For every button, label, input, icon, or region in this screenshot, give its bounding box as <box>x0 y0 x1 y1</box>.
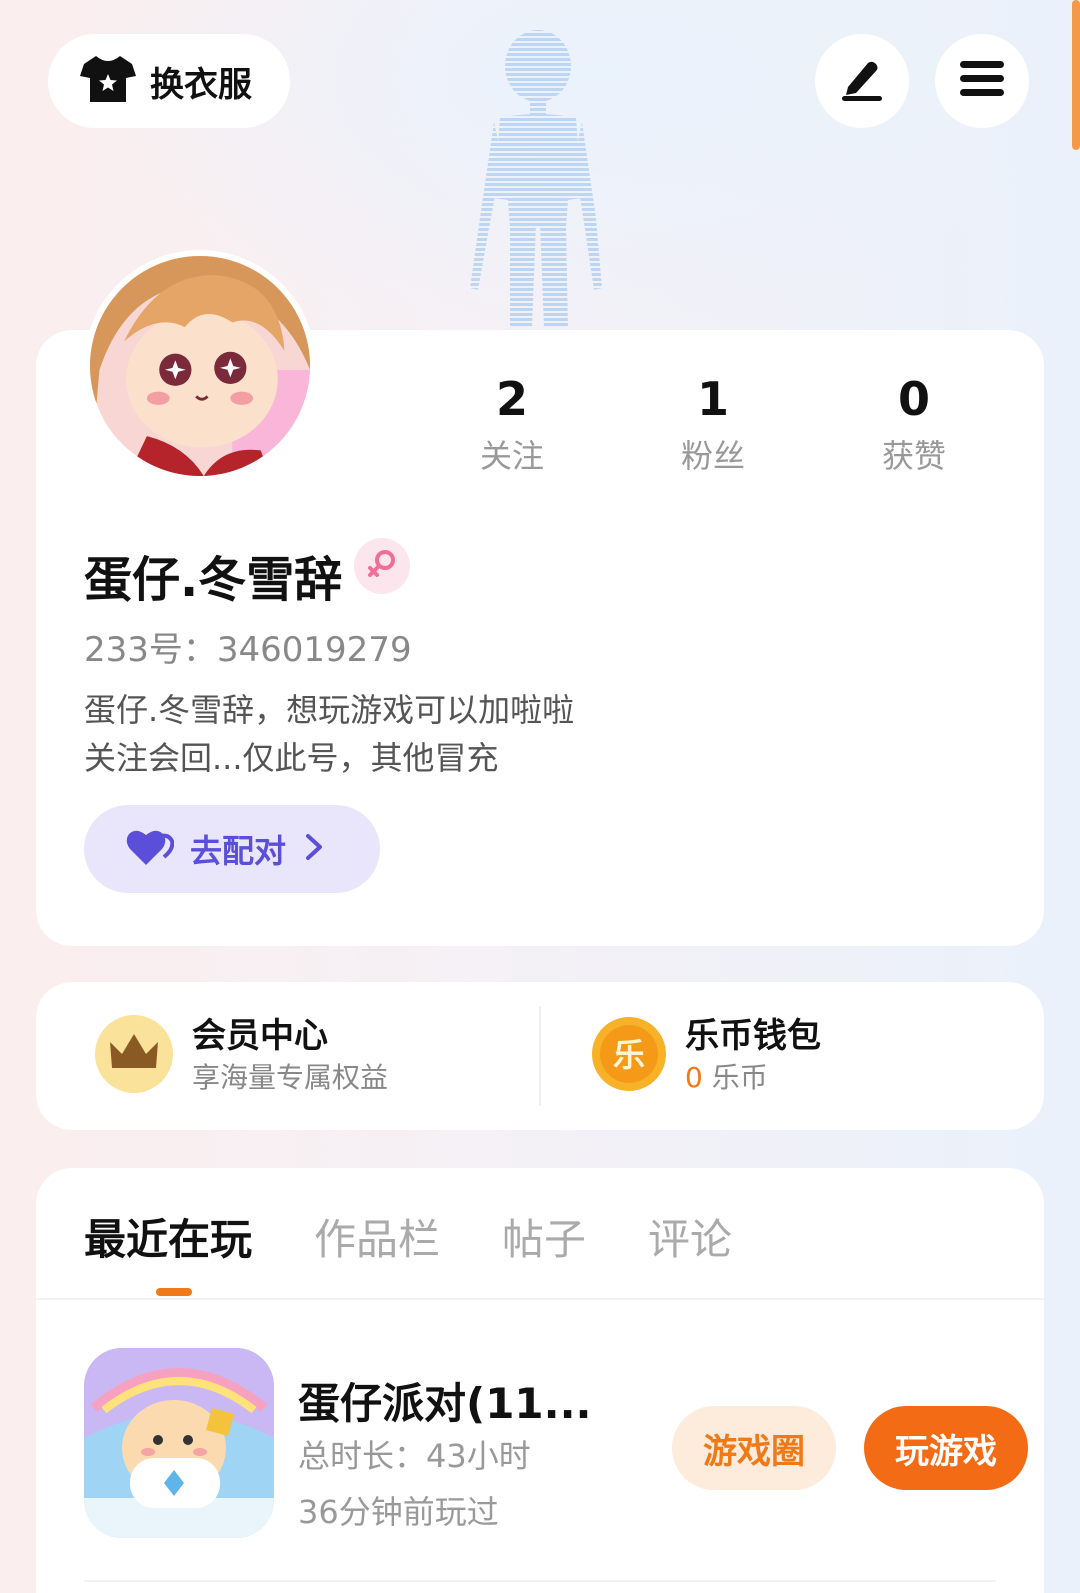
edit-profile-button[interactable] <box>815 34 909 128</box>
tshirt-icon <box>80 54 136 108</box>
scroll-indicator <box>1072 0 1080 150</box>
stat-following-label: 关注 <box>479 437 544 475</box>
tab-bar: 最近在玩 作品栏 帖子 评论 <box>84 1210 732 1270</box>
hologram-figure <box>450 18 620 328</box>
game-total-time: 总时长：43小时 <box>298 1437 531 1475</box>
wallet-unit: 乐币 <box>711 1061 768 1094</box>
change-outfit-button[interactable]: 换衣服 <box>48 34 290 128</box>
member-center[interactable]: 会员中心 享海量专属权益 <box>94 982 388 1130</box>
change-outfit-label: 换衣服 <box>150 64 252 105</box>
stat-likes-label: 获赞 <box>881 437 946 475</box>
menu-button[interactable] <box>935 34 1029 128</box>
tab-posts[interactable]: 帖子 <box>502 1210 586 1270</box>
edit-icon <box>838 55 886 107</box>
game-icon <box>84 1348 274 1538</box>
tab-recent-played[interactable]: 最近在玩 <box>84 1210 252 1270</box>
list-item[interactable]: 蛋仔派对(11... 总时长：43小时 36分钟前玩过 游戏圈 玩游戏 <box>84 1348 1028 1548</box>
active-tab-indicator <box>156 1288 192 1296</box>
nickname: 蛋仔.冬雪辞 <box>84 552 343 608</box>
crown-icon <box>94 1014 174 1098</box>
bio-line-1: 蛋仔.冬雪辞，想玩游戏可以加啦啦 <box>84 691 575 729</box>
member-title: 会员中心 <box>192 1016 328 1056</box>
divider <box>84 1580 996 1582</box>
stat-fans[interactable]: 1 粉丝 <box>643 372 783 480</box>
member-wallet-card: 会员中心 享海量专属权益 乐 乐币钱包 0 乐币 <box>36 982 1044 1130</box>
divider <box>36 1298 1044 1300</box>
stat-fans-label: 粉丝 <box>680 437 745 475</box>
match-button[interactable]: 去配对 <box>84 805 380 893</box>
coin-icon-text: 乐 <box>613 1036 645 1074</box>
avatar[interactable] <box>84 250 316 482</box>
game-meta: 总时长：43小时 36分钟前玩过 <box>298 1428 531 1540</box>
stat-likes-value: 0 <box>897 372 930 426</box>
tab-comments[interactable]: 评论 <box>648 1210 732 1270</box>
content-tabs-card: 最近在玩 作品栏 帖子 评论 蛋仔派对(11... 总时长：43小时 36分钟前… <box>36 1168 1044 1593</box>
divider <box>539 1006 541 1106</box>
stat-following[interactable]: 2 关注 <box>442 372 582 480</box>
game-title: 蛋仔派对(11... <box>298 1379 592 1428</box>
wallet[interactable]: 乐 乐币钱包 0 乐币 <box>591 982 821 1130</box>
bio: 蛋仔.冬雪辞，想玩游戏可以加啦啦 关注会回...仅此号，其他冒充 <box>84 686 574 782</box>
wallet-title: 乐币钱包 <box>685 1016 821 1056</box>
wallet-amount: 0 <box>685 1061 703 1094</box>
bio-line-2: 关注会回...仅此号，其他冒充 <box>84 739 499 777</box>
profile-stats: 2 关注 1 粉丝 0 获赞 <box>420 372 1040 482</box>
stat-following-value: 2 <box>495 372 528 426</box>
tab-works[interactable]: 作品栏 <box>314 1210 440 1270</box>
stat-likes[interactable]: 0 获赞 <box>844 372 984 480</box>
stat-fans-value: 1 <box>696 372 729 426</box>
chevron-right-icon <box>302 832 326 866</box>
heart-icon <box>124 827 175 871</box>
menu-icon <box>958 57 1006 105</box>
play-game-button[interactable]: 玩游戏 <box>864 1406 1028 1490</box>
match-label: 去配对 <box>190 832 287 870</box>
game-last-played: 36分钟前玩过 <box>298 1493 499 1531</box>
member-subtitle: 享海量专属权益 <box>192 1061 389 1094</box>
female-icon <box>365 547 399 585</box>
wallet-balance: 0 乐币 <box>685 1058 821 1098</box>
user-id: 233号：346019279 <box>84 630 412 670</box>
gender-badge <box>354 538 410 594</box>
coin-icon: 乐 <box>591 1016 667 1096</box>
game-circle-button[interactable]: 游戏圈 <box>672 1406 836 1490</box>
